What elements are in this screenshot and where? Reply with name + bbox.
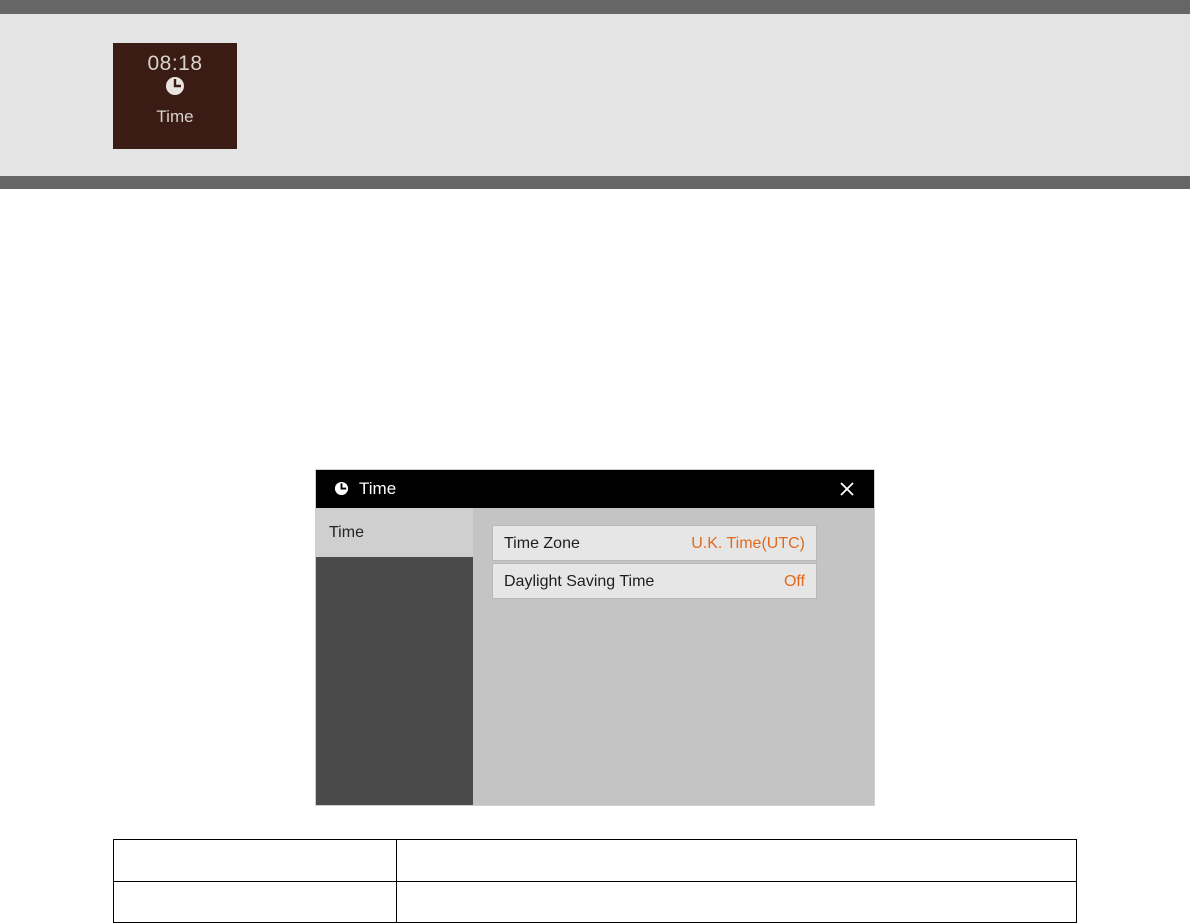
setting-value: U.K. Time(UTC) [691, 535, 805, 552]
table-cell [396, 839, 1077, 882]
table-cell [396, 880, 1077, 923]
dialog-sidebar: Time [316, 508, 473, 805]
top-divider-bar [0, 0, 1190, 14]
table-cell [113, 839, 397, 882]
time-zone-setting[interactable]: Time Zone U.K. Time(UTC) [492, 525, 817, 561]
time-dialog: Time Time Time Zone U.K. Time(UTC) Dayli… [315, 469, 875, 806]
dialog-titlebar: Time [316, 470, 874, 508]
dialog-title: Time [359, 479, 397, 498]
time-tile[interactable]: 08:18 Time [113, 43, 237, 149]
clock-icon [166, 77, 184, 95]
tile-clock-text: 08:18 [147, 52, 203, 75]
table-cell [113, 880, 397, 923]
setting-label: Time Zone [504, 535, 580, 552]
table-row [113, 880, 1077, 923]
clock-icon [334, 481, 349, 496]
close-icon[interactable] [836, 478, 858, 500]
bottom-divider-bar [0, 176, 1190, 189]
setting-value: Off [783, 573, 805, 590]
info-table [113, 839, 1077, 923]
settings-panel: Time Zone U.K. Time(UTC) Daylight Saving… [475, 508, 874, 805]
daylight-saving-time-setting[interactable]: Daylight Saving Time Off [492, 563, 817, 599]
table-row [113, 839, 1077, 882]
tile-label: Time [156, 107, 194, 126]
sidebar-tab-time[interactable]: Time [316, 508, 473, 557]
setting-label: Daylight Saving Time [504, 573, 655, 590]
